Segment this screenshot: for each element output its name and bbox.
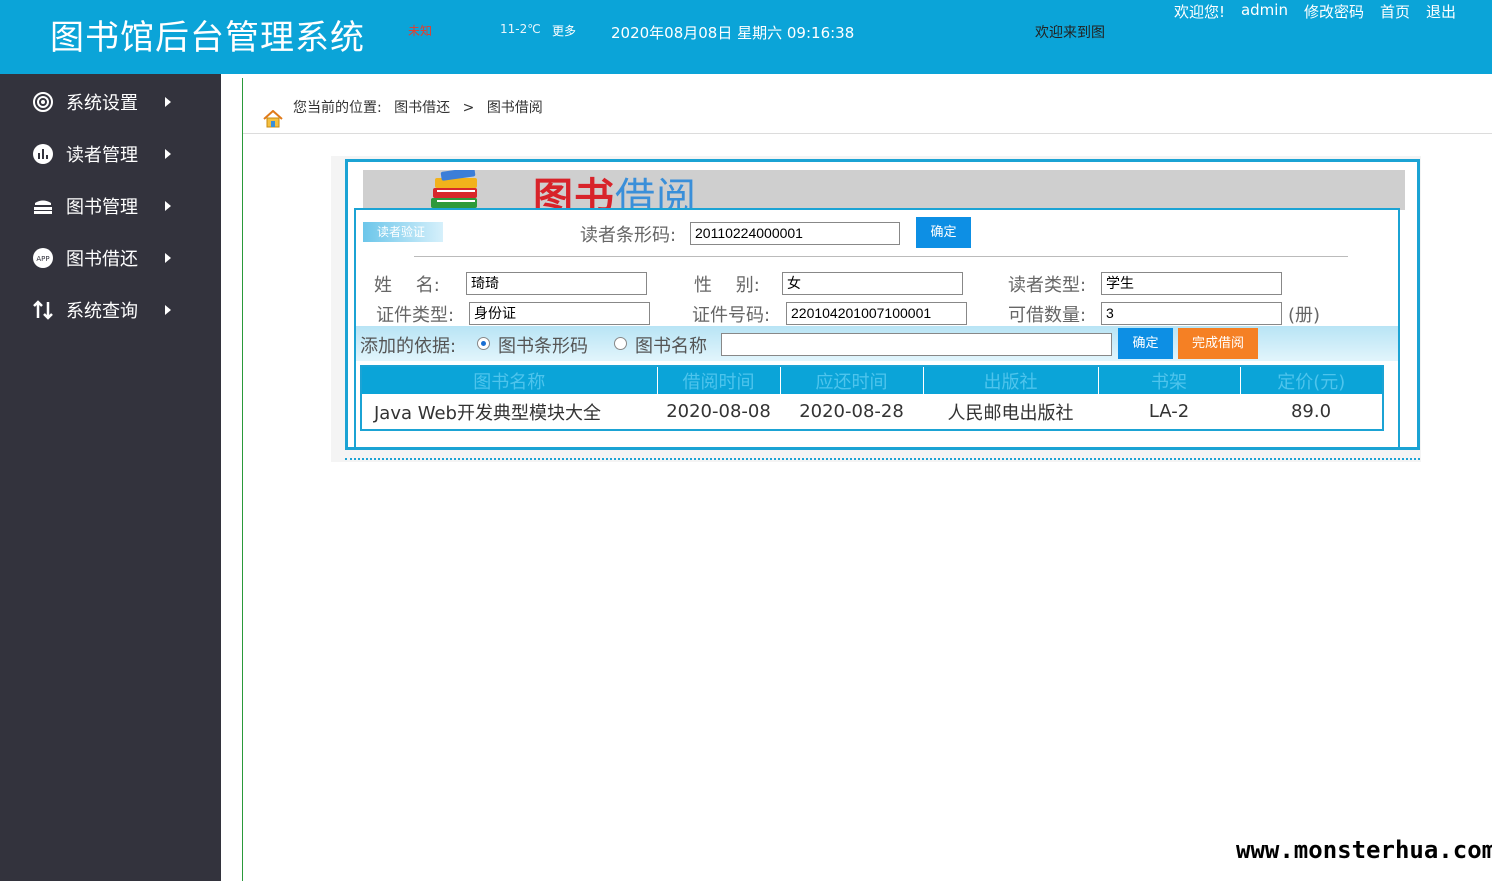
gear-icon	[32, 91, 54, 113]
caret-right-icon	[165, 201, 171, 211]
svg-text:APP: APP	[36, 255, 49, 263]
welcome-text: 欢迎您!	[1173, 3, 1225, 21]
breadcrumb: 您当前的位置: 图书借还 > 图书借阅	[293, 97, 551, 117]
borrow-date-cell: 2020-08-08	[666, 401, 771, 422]
id-number-label: 证件号码:	[692, 305, 771, 326]
publisher-cell: 人民邮电出版社	[947, 402, 1074, 424]
home-link[interactable]: 首页	[1380, 1, 1410, 22]
current-datetime: 2020年08月08日 星期六 09:16:38	[611, 24, 855, 42]
breadcrumb-separator: >	[462, 100, 475, 116]
sidebar: 系统设置 读者管理 图书管理 APP 图书借还 系统查询	[0, 74, 221, 881]
due-date-cell: 2020-08-28	[799, 401, 904, 422]
id-type-label: 证件类型:	[376, 305, 455, 326]
reader-barcode-label: 读者条形码:	[580, 225, 677, 246]
sidebar-item-book-management[interactable]: 图书管理	[0, 180, 221, 232]
column-header: 出版社	[923, 366, 1099, 394]
content-divider	[242, 78, 243, 881]
top-header: 图书馆后台管理系统 未知 11-2℃ 更多 2020年08月08日 星期六 09…	[0, 0, 1492, 74]
table-header-row: 图书名称 借阅时间 应还时间 出版社 书架 定价(元)	[361, 366, 1383, 394]
quota-field[interactable]: 3	[1101, 302, 1282, 325]
table-row: Java Web开发典型模块大全 2020-08-08 2020-08-28 人…	[361, 394, 1383, 430]
weather-temperature: 11-2℃	[500, 22, 541, 36]
radio-book-barcode-label[interactable]: 图书条形码	[498, 332, 588, 358]
breadcrumb-prefix: 您当前的位置:	[293, 100, 382, 116]
watermark: www.monsterhua.com	[1232, 822, 1492, 881]
column-header: 定价(元)	[1240, 366, 1383, 394]
app-icon: APP	[32, 247, 54, 269]
breadcrumb-level2: 图书借阅	[486, 100, 543, 116]
reader-type-field[interactable]: 学生	[1101, 272, 1282, 295]
radio-book-name-label[interactable]: 图书名称	[635, 332, 707, 358]
books-stack-icon	[32, 195, 54, 217]
column-header: 书架	[1098, 366, 1241, 394]
welcome-marquee: 欢迎来到图	[1035, 25, 1105, 41]
weather-more-link[interactable]: 更多	[552, 22, 576, 39]
quota-unit: (册)	[1288, 305, 1321, 326]
column-header: 借阅时间	[657, 366, 781, 394]
name-label: 姓 名:	[374, 275, 440, 296]
add-book-confirm-button[interactable]: 确定	[1118, 328, 1173, 359]
breadcrumb-bar: 您当前的位置: 图书借还 > 图书借阅	[243, 78, 1492, 134]
add-basis-label: 添加的依据:	[360, 336, 457, 357]
finish-borrow-button[interactable]: 完成借阅	[1178, 328, 1258, 359]
banner-title: 图书借阅	[533, 175, 697, 210]
sidebar-item-label: 读者管理	[66, 145, 138, 166]
name-field[interactable]: 琦琦	[466, 272, 647, 295]
chart-icon	[32, 143, 54, 165]
weather-city: 未知	[408, 24, 433, 38]
gender-field[interactable]: 女	[782, 272, 963, 295]
quota-label: 可借数量:	[1008, 305, 1087, 326]
borrowed-books-table: 图书名称 借阅时间 应还时间 出版社 书架 定价(元) Java Web开发典型…	[360, 365, 1384, 431]
radio-book-barcode[interactable]	[477, 337, 490, 350]
book-search-input[interactable]	[721, 333, 1112, 356]
sidebar-item-borrow-return[interactable]: APP 图书借还	[0, 232, 221, 284]
home-icon	[263, 109, 283, 132]
sidebar-item-system-query[interactable]: 系统查询	[0, 284, 221, 336]
swap-icon	[32, 299, 54, 321]
price-cell: 89.0	[1290, 401, 1332, 422]
id-number-field[interactable]: 220104201007100001	[786, 302, 967, 325]
username: admin	[1240, 1, 1288, 19]
books-icon	[425, 170, 485, 210]
caret-right-icon	[165, 305, 171, 315]
add-book-bar: 添加的依据: 图书条形码 图书名称 确定 完成借阅	[356, 326, 1398, 361]
gender-label: 性 别:	[694, 275, 760, 296]
reader-type-label: 读者类型:	[1008, 275, 1087, 296]
sidebar-item-label: 系统查询	[66, 301, 138, 322]
borrow-panel: 图书借阅 读者验证 读者条形码: 20110224000001 确定 姓 名: …	[345, 159, 1420, 450]
sidebar-item-reader-management[interactable]: 读者管理	[0, 128, 221, 180]
shelf-cell: LA-2	[1148, 401, 1190, 422]
reader-confirm-button[interactable]: 确定	[916, 217, 971, 248]
logout-link[interactable]: 退出	[1426, 1, 1456, 22]
change-password-link[interactable]: 修改密码	[1304, 1, 1364, 22]
sidebar-item-label: 图书借还	[66, 249, 138, 270]
section-separator	[414, 256, 1348, 257]
sidebar-item-system-settings[interactable]: 系统设置	[0, 76, 221, 128]
reader-verify-tag: 读者验证	[363, 222, 443, 242]
caret-right-icon	[165, 97, 171, 107]
sidebar-item-label: 图书管理	[66, 197, 138, 218]
column-header: 图书名称	[361, 366, 658, 394]
book-title-cell: Java Web开发典型模块大全	[374, 402, 601, 424]
borrow-banner: 图书借阅	[363, 170, 1405, 210]
sidebar-item-label: 系统设置	[66, 93, 138, 114]
top-links: 欢迎您! admin 修改密码 首页 退出	[1174, 1, 1456, 22]
panel-bottom-border	[345, 458, 1420, 461]
caret-right-icon	[165, 253, 171, 263]
column-header: 应还时间	[780, 366, 924, 394]
reader-barcode-input[interactable]: 20110224000001	[690, 222, 900, 245]
caret-right-icon	[165, 149, 171, 159]
reader-section: 读者验证 读者条形码: 20110224000001 确定 姓 名: 琦琦 性 …	[354, 208, 1400, 450]
radio-book-name[interactable]	[614, 337, 627, 350]
id-type-field[interactable]: 身份证	[469, 302, 650, 325]
breadcrumb-level1[interactable]: 图书借还	[394, 100, 450, 116]
app-title: 图书馆后台管理系统	[50, 18, 365, 58]
